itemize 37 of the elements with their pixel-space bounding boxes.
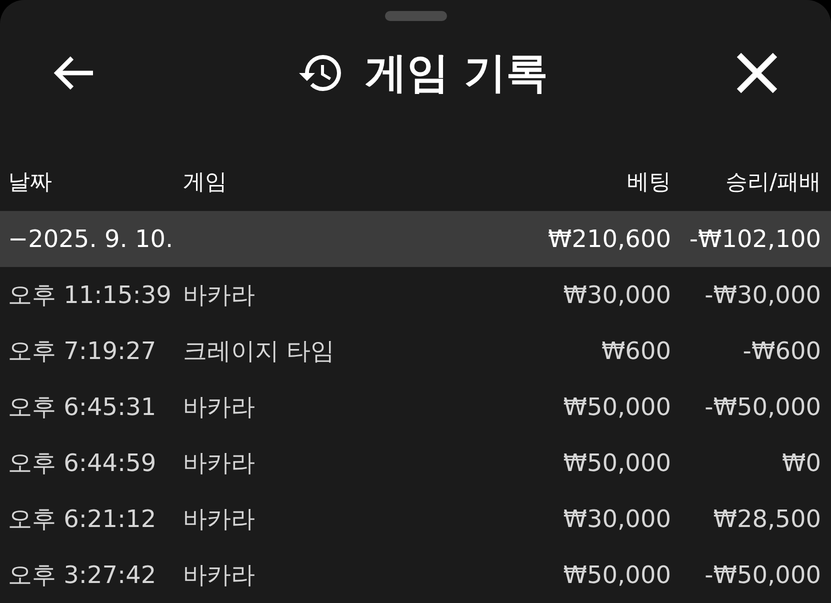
table-cell-text: ₩28,500 — [712, 504, 822, 535]
table-cell-text: ₩50,000 — [562, 448, 671, 479]
group-date: −2025. 9. 10. — [8, 224, 174, 255]
column-header: 승리/패배 — [724, 169, 822, 197]
table-cell-text: ₩50,000 — [562, 392, 671, 423]
table-cell-text: ₩50,000 — [562, 560, 671, 591]
date-group-row[interactable]: −2025. 9. 10. ₩210,600 -₩102,100 — [0, 211, 831, 267]
table-cell-text: -₩50,000 — [704, 560, 822, 591]
table-cell-text: 바카라 — [183, 280, 256, 311]
table-cell-text: ₩30,000 — [562, 280, 671, 311]
table-cell-text: ₩0 — [781, 448, 822, 479]
column-header: 게임 — [183, 169, 228, 197]
table-cell-text: 오후 11:15:39 — [8, 280, 172, 311]
close-button[interactable] — [735, 50, 779, 95]
table-cell-text: -₩600 — [742, 336, 822, 367]
table-cell-text: 바카라 — [183, 504, 256, 535]
drag-handle[interactable] — [384, 11, 446, 21]
table-cell-text: 오후 7:19:27 — [8, 336, 158, 367]
table-cell-text: 바카라 — [183, 392, 256, 423]
table-cell-text: ₩600 — [600, 336, 671, 367]
table-cell-text: 오후 6:44:59 — [8, 448, 158, 479]
table-cell-text: 바카라 — [183, 560, 256, 591]
close-icon — [736, 52, 778, 94]
table-cell-text: ₩30,000 — [562, 504, 671, 535]
table-cell-text: 바카라 — [183, 448, 256, 479]
column-header: 날짜 — [8, 169, 53, 197]
column-header: 베팅 — [626, 169, 671, 197]
page-title: 게임 기록 — [365, 47, 548, 100]
table-cell-text: 크레이지 타임 — [183, 336, 336, 367]
group-bet-total: ₩210,600 — [547, 224, 671, 255]
table-cell-text: 오후 6:21:12 — [8, 504, 158, 535]
group-result-total: -₩102,100 — [688, 224, 822, 255]
back-arrow-icon — [53, 54, 95, 91]
table-cell-text: -₩50,000 — [704, 392, 822, 423]
table-cell-text: 오후 3:27:42 — [8, 560, 158, 591]
table-cell-text: -₩30,000 — [704, 280, 822, 311]
table-cell-text: 오후 6:45:31 — [8, 392, 158, 423]
